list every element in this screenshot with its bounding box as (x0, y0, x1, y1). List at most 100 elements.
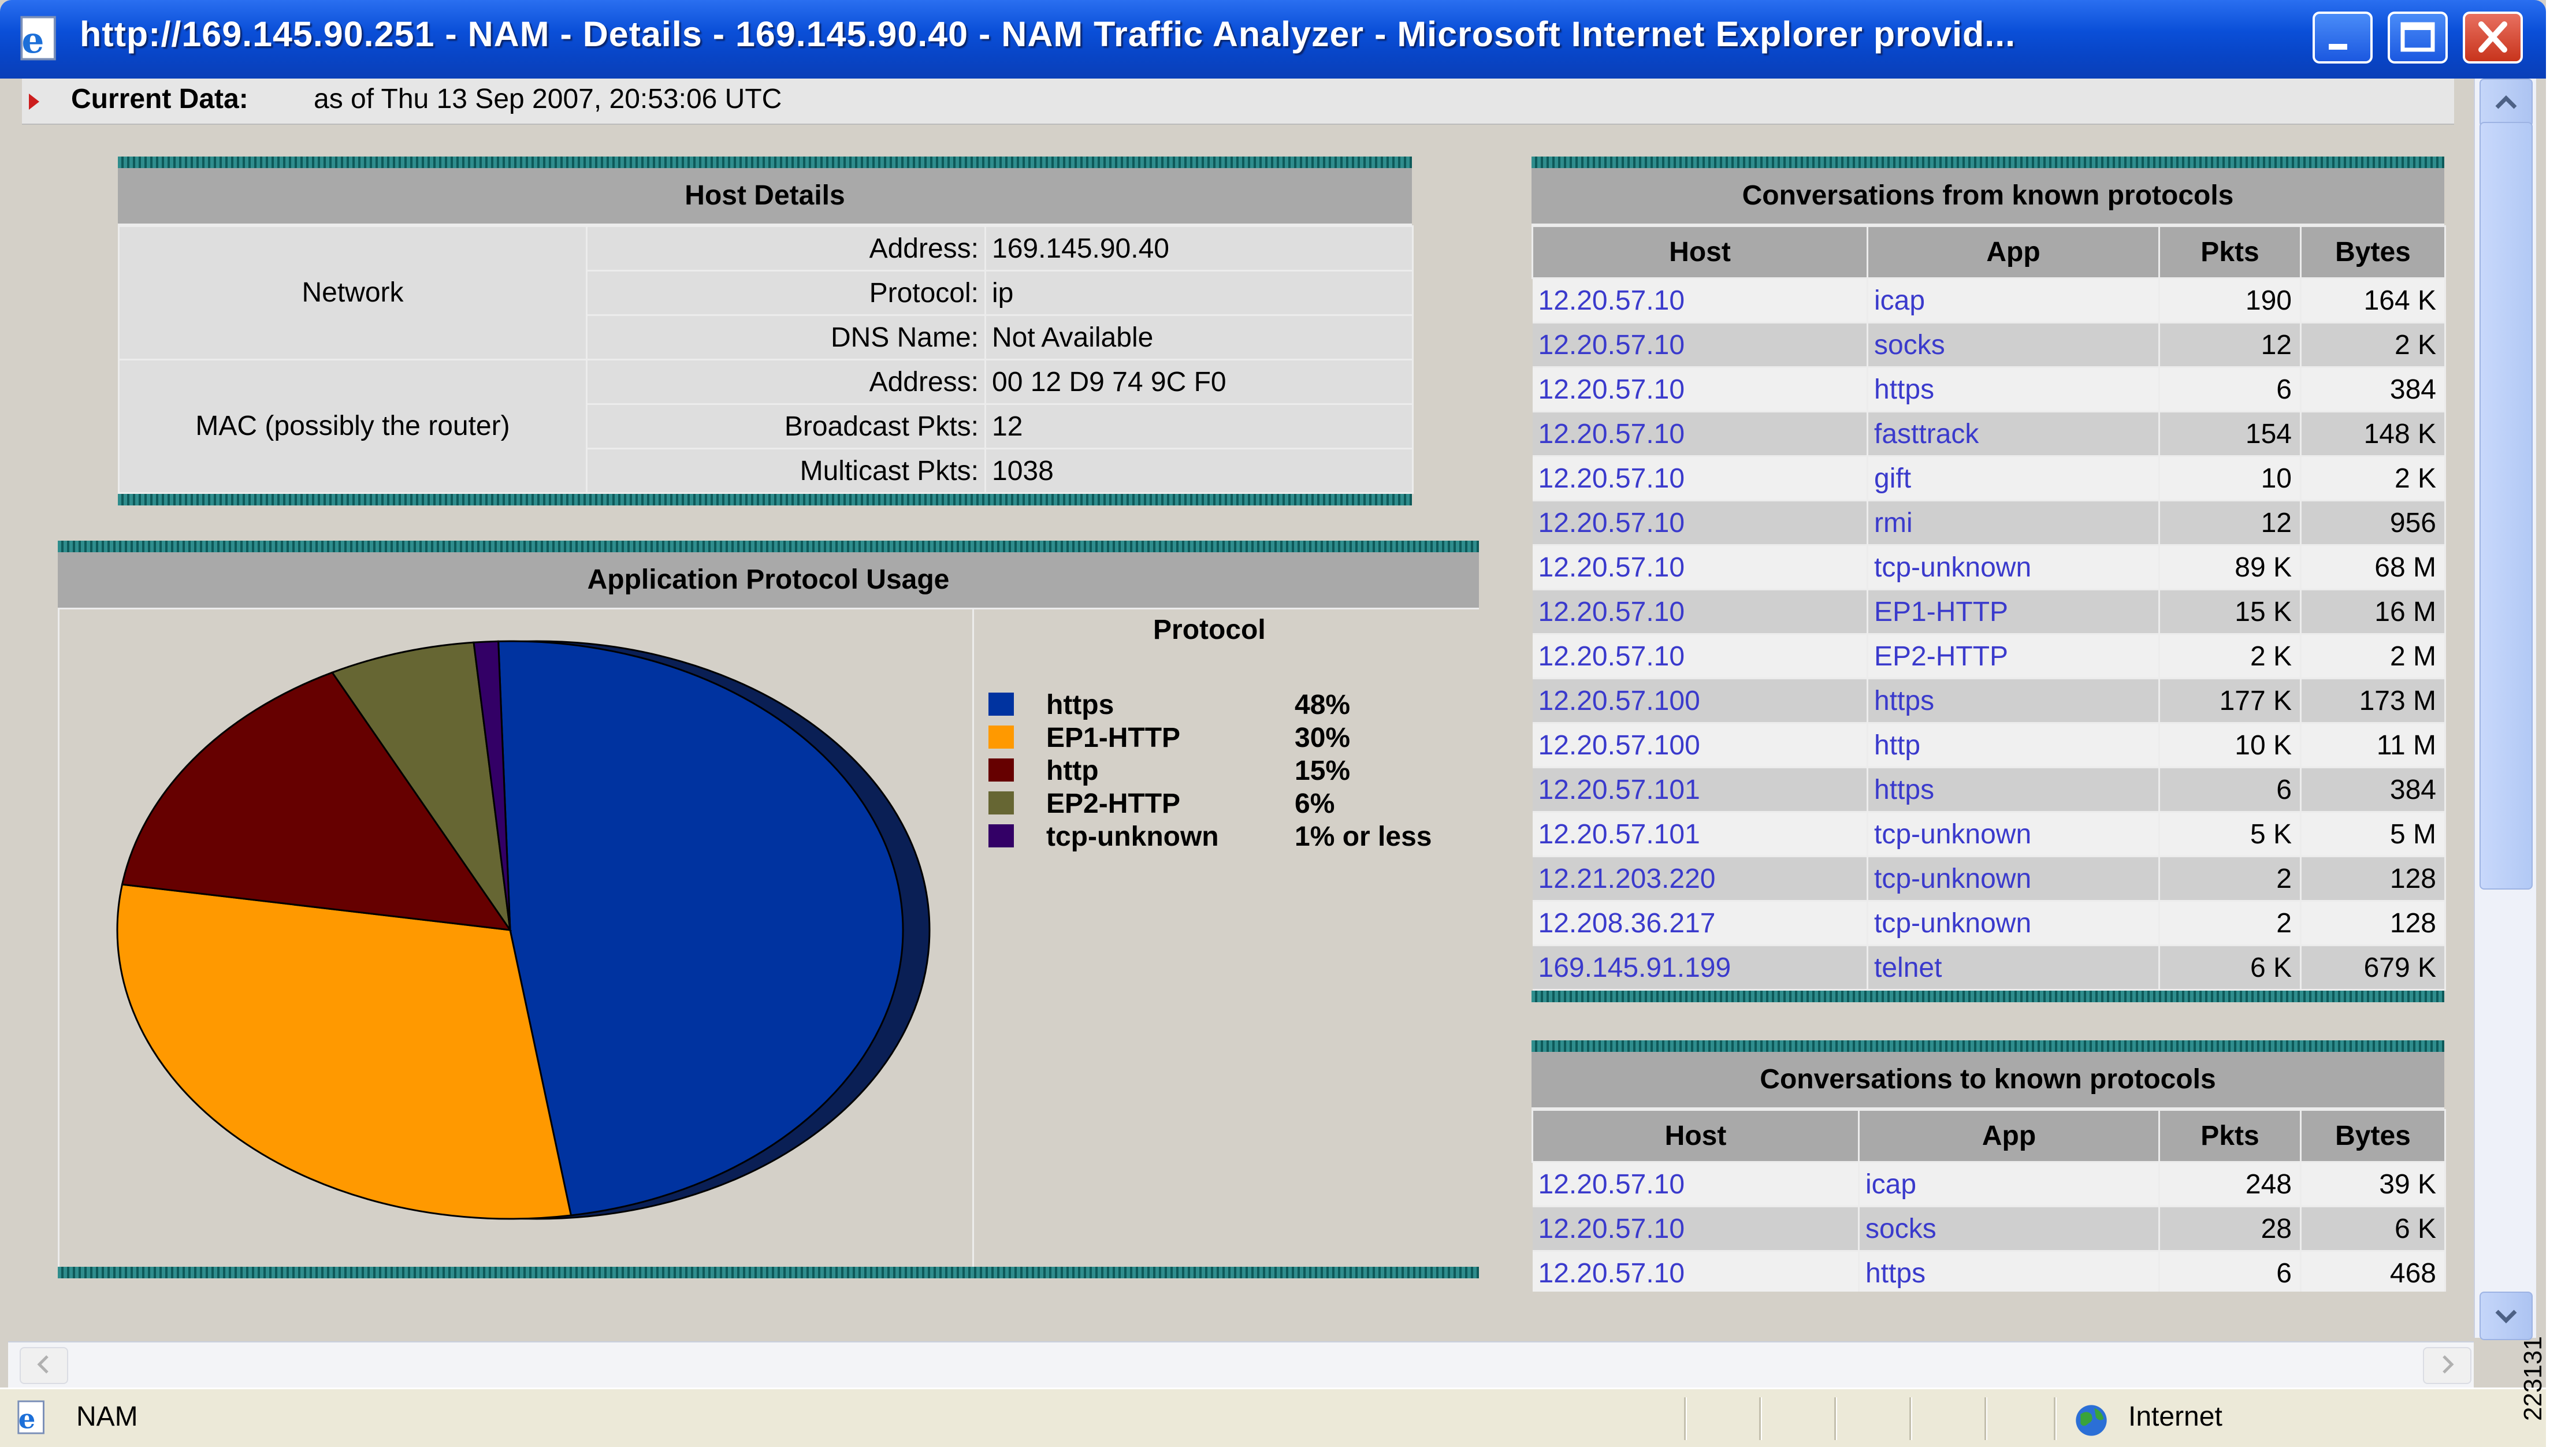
host-link[interactable]: 12.20.57.10 (1532, 634, 1868, 679)
bytes-cell: 39 K (2300, 1162, 2446, 1207)
column-header-app[interactable]: App (1867, 225, 2160, 279)
app-link[interactable]: socks (1867, 322, 2160, 368)
host-link[interactable]: 12.20.57.10 (1532, 411, 1868, 457)
bytes-cell: 956 (2300, 500, 2446, 546)
app-link[interactable]: icap (1867, 278, 2160, 323)
column-header-host[interactable]: Host (1532, 225, 1868, 279)
bytes-cell: 128 (2300, 856, 2446, 902)
host-link[interactable]: 12.20.57.100 (1532, 678, 1868, 724)
conversations-from-table: Host App Pkts Bytes 12.20.57.10 icap 190 16… (1532, 225, 2446, 991)
status-divider (1759, 1397, 1762, 1440)
host-link[interactable]: 12.20.57.10 (1532, 500, 1868, 546)
legend-swatch (988, 758, 1014, 782)
table-row: 12.20.57.101 tcp-unknown 5 K5 M (1532, 812, 2446, 857)
pkts-cell: 154 (2159, 411, 2302, 457)
column-header-pkts[interactable]: Pkts (2158, 1109, 2302, 1163)
app-link[interactable]: https (1867, 678, 2160, 724)
app-link[interactable]: tcp-unknown (1867, 812, 2160, 857)
conversations-to-title: Conversations to known protocols (1532, 1052, 2444, 1109)
legend-swatch (988, 726, 1014, 749)
app-link[interactable]: icap (1858, 1162, 2160, 1207)
figure-number: 223131 (2519, 1336, 2547, 1421)
current-data-value: as of Thu 13 Sep 2007, 20:53:06 UTC (314, 84, 782, 114)
pie-slice-ep1-http (116, 883, 573, 1220)
table-row: 12.20.57.10 EP1-HTTP 15 K 16 M (1532, 589, 2446, 635)
column-header-bytes[interactable]: Bytes (2300, 1109, 2446, 1163)
app-link[interactable]: rmi (1867, 500, 2160, 546)
column-header-host[interactable]: Host (1532, 1109, 1860, 1163)
ie-page-icon: e (17, 1400, 44, 1434)
host-link[interactable]: 12.20.57.10 (1532, 1251, 1860, 1292)
app-link[interactable]: telnet (1867, 945, 2160, 991)
table-header-row: Host App Pkts Bytes (1532, 1109, 2446, 1163)
legend-swatch (988, 693, 1014, 716)
scroll-up-button[interactable] (2480, 79, 2533, 127)
app-link[interactable]: socks (1858, 1206, 2160, 1252)
host-link[interactable]: 12.20.57.10 (1532, 367, 1868, 412)
app-usage-body: Protocol https 48% EP1-HTTP 30% http 15% EP2-H… (58, 609, 1481, 1267)
detail-value: ip (984, 270, 1414, 316)
app-link[interactable]: fasttrack (1867, 411, 2160, 457)
internet-globe-icon (2076, 1405, 2107, 1436)
vertical-scroll-thumb[interactable] (2480, 122, 2533, 890)
host-link[interactable]: 12.21.203.220 (1532, 856, 1868, 902)
host-link[interactable]: 12.20.57.10 (1532, 456, 1868, 501)
pkts-cell: 6 K (2159, 945, 2302, 991)
app-link[interactable]: tcp-unknown (1867, 901, 2160, 946)
column-header-bytes[interactable]: Bytes (2300, 225, 2446, 279)
scroll-right-button[interactable] (2423, 1347, 2471, 1384)
host-link[interactable]: 12.20.57.10 (1532, 545, 1868, 590)
host-details-title: Host Details (118, 168, 1412, 225)
detail-label: Protocol: (586, 270, 986, 316)
scroll-left-button[interactable] (20, 1347, 68, 1384)
app-link[interactable]: gift (1867, 456, 2160, 501)
host-link[interactable]: 12.20.57.10 (1532, 1162, 1860, 1207)
table-row: 12.20.57.10 https 6 384 (1532, 367, 2446, 412)
chevron-left-icon (37, 1355, 49, 1374)
bytes-cell: 16 M (2300, 589, 2446, 635)
column-header-app[interactable]: App (1858, 1109, 2160, 1163)
pkts-cell: 12 (2159, 322, 2302, 368)
vertical-scrollbar[interactable] (2474, 79, 2536, 1340)
host-link[interactable]: 169.145.91.199 (1532, 945, 1868, 991)
host-link[interactable]: 12.20.57.10 (1532, 322, 1868, 368)
bytes-cell: 2 K (2300, 456, 2446, 501)
host-link[interactable]: 12.20.57.100 (1532, 723, 1868, 768)
minimize-button[interactable] (2313, 12, 2373, 64)
host-link[interactable]: 12.20.57.10 (1532, 1206, 1860, 1252)
close-button[interactable] (2463, 12, 2523, 64)
status-divider (1834, 1397, 1837, 1440)
bytes-cell: 6 K (2300, 1206, 2446, 1252)
host-link[interactable]: 12.20.57.101 (1532, 812, 1868, 857)
app-link[interactable]: https (1858, 1251, 2160, 1292)
table-row: 12.20.57.100 https 177 K 173 M (1532, 678, 2446, 724)
title-bar[interactable]: e http://169.145.90.251 - NAM - Details … (0, 0, 2546, 79)
app-link[interactable]: tcp-unknown (1867, 856, 2160, 902)
app-link[interactable]: tcp-unknown (1867, 545, 2160, 590)
status-divider (2054, 1397, 2057, 1440)
table-row: 12.20.57.10 fasttrack 154 148 K (1532, 411, 2446, 457)
table-row: 12.20.57.100 http 10 K 11 M (1532, 723, 2446, 768)
svg-text:e: e (21, 20, 44, 61)
host-link[interactable]: 12.20.57.101 (1532, 767, 1868, 813)
app-link[interactable]: EP1-HTTP (1867, 589, 2160, 635)
legend-label: EP2-HTTP (1046, 788, 1181, 819)
app-link[interactable]: EP2-HTTP (1867, 634, 2160, 679)
table-row: 12.20.57.10 EP2-HTTP 2 K2 M (1532, 634, 2446, 679)
app-link[interactable]: http (1867, 723, 2160, 768)
maximize-button[interactable] (2388, 12, 2448, 64)
minimize-icon (2329, 44, 2347, 50)
table-row: 12.208.36.217 tcp-unknown 2 128 (1532, 901, 2446, 946)
scroll-down-button[interactable] (2480, 1292, 2533, 1340)
pie-legend: Protocol https 48% EP1-HTTP 30% http 15% EP2-H… (972, 609, 1482, 1267)
chevron-up-icon (2495, 95, 2517, 109)
legend-item: tcp-unknown 1% or less (988, 821, 1485, 853)
column-header-pkts[interactable]: Pkts (2158, 225, 2302, 279)
host-link[interactable]: 12.20.57.10 (1532, 278, 1868, 323)
conversations-from-panel: Conversations from known protocols Host … (1532, 157, 2446, 1002)
app-link[interactable]: https (1867, 767, 2160, 813)
host-link[interactable]: 12.20.57.10 (1532, 589, 1868, 635)
app-link[interactable]: https (1867, 367, 2160, 412)
host-link[interactable]: 12.208.36.217 (1532, 901, 1868, 946)
horizontal-scrollbar[interactable] (8, 1341, 2474, 1389)
